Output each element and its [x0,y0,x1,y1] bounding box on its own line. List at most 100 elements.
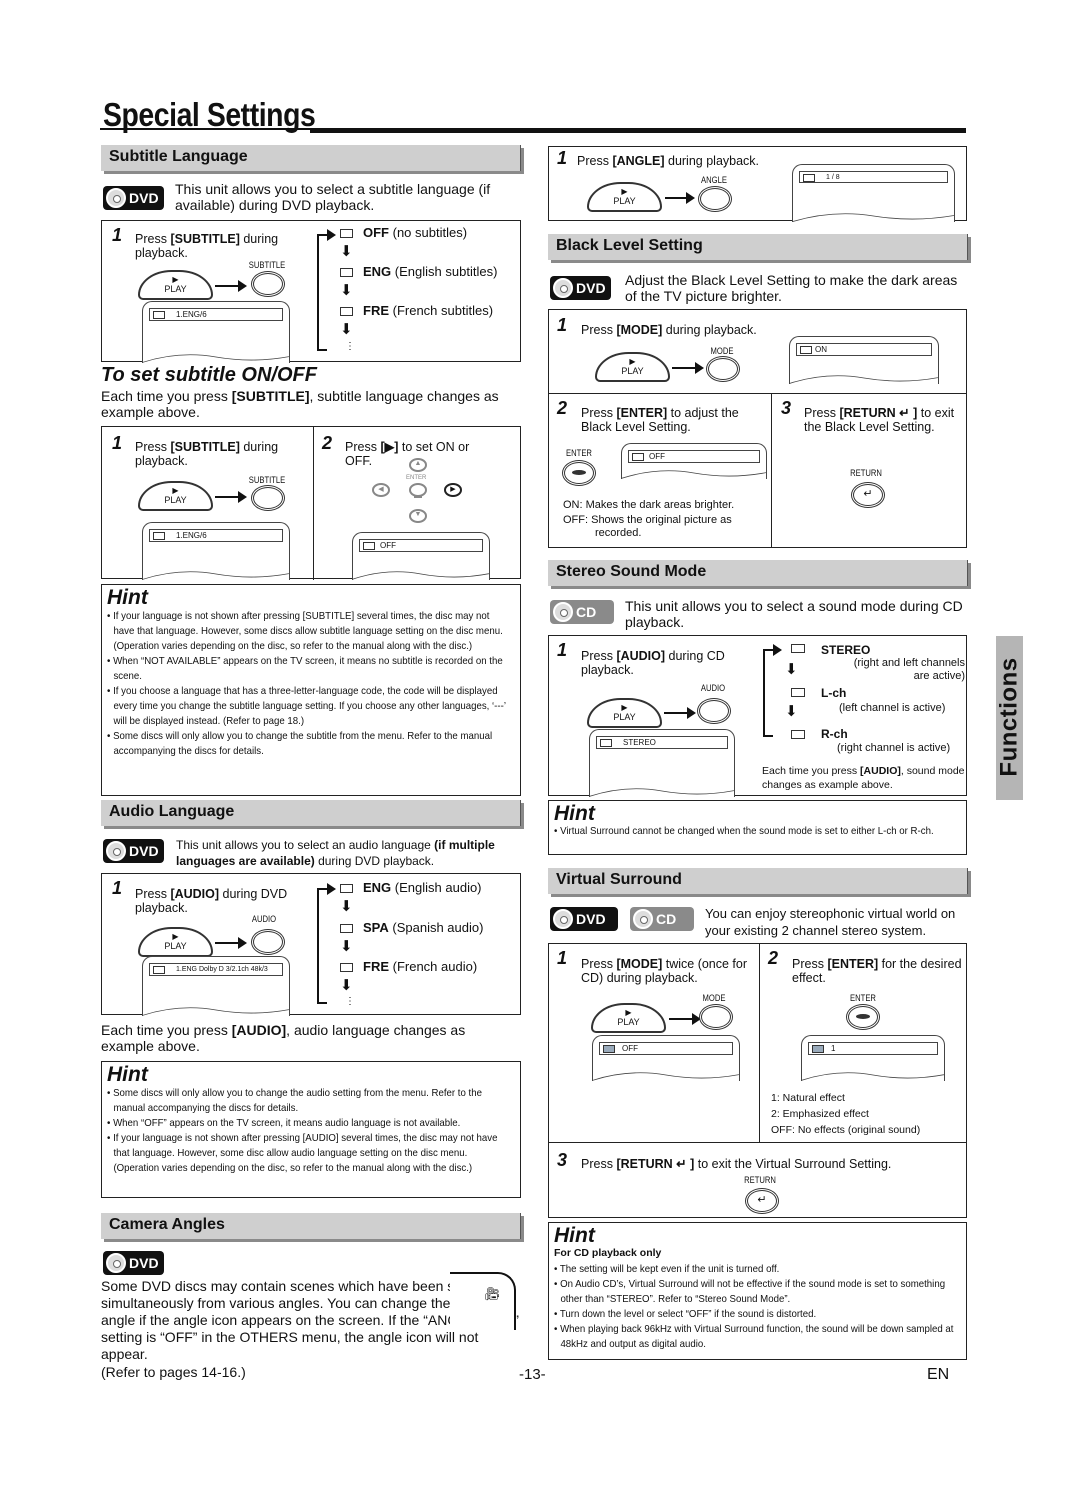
step-number: 1 [112,225,123,245]
button-label: ENTER [850,993,876,1003]
virtual-surround-box: 1 Press [MODE] twice (once for CD) durin… [548,943,967,1218]
return-button[interactable]: ↵ [745,1188,779,1214]
play-button[interactable]: ▶ PLAY [138,927,213,957]
play-button[interactable]: ▶ PLAY [591,1003,666,1033]
effect-off: OFF: No effects (original sound) [771,1124,921,1136]
enter-button[interactable] [562,460,596,486]
step-text: Press [SUBTITLE] during playback. [135,232,279,260]
enter-button[interactable] [409,483,427,498]
subtitle-onoff-box: 1 Press [SUBTITLE] during playback. ▶ PLA… [101,426,521,580]
tv-screen-edge [622,461,766,479]
option-lch-desc: (left channel is active) [839,702,946,714]
language-code: EN [927,1366,950,1383]
audio-intro: This unit allows you to select an audio … [176,838,495,868]
arrow-right-icon [773,644,782,656]
play-button[interactable]: ▶ PLAY [587,182,662,212]
hint-item: When “OFF” appears on the TV screen, it … [107,1116,512,1131]
play-button[interactable]: ▶ PLAY [138,270,213,300]
tv-osd-bar: OFF [359,539,483,552]
step-number: 1 [112,433,123,453]
option-off: OFF (no subtitles) [340,225,467,240]
hint-box-subtitle: Hint If your language is not shown after… [101,584,521,796]
subtitle-icon [340,229,353,239]
tv-screen-edge [790,366,938,384]
page-number: -13- [519,1366,546,1383]
divider [549,1142,966,1143]
arrow-icon [672,362,704,374]
step-text: Press [RETURN ↵ ] to exit the Black Leve… [804,406,955,434]
play-button[interactable]: ▶ PLAY [587,698,662,728]
section-title: Stereo Sound Mode [556,563,707,580]
hint-item: If your language is not shown after pres… [107,609,512,654]
disc-icon [553,602,573,622]
play-button[interactable]: ▶ PLAY [138,481,213,511]
arrow-right-icon [327,229,336,241]
option-rch: R-ch [821,727,848,741]
section-title: Camera Angles [109,1216,225,1233]
enter-button[interactable] [846,1004,880,1030]
tv-screen: STEREO [589,729,735,797]
effect-natural: 1: Natural effect [771,1092,845,1104]
tv-osd-bar: 1.ENG/6 [149,529,283,542]
step-text: Press [ENTER] for the desired effect. [792,957,962,985]
black-level-icon [800,346,812,354]
section-header-camera-angles: Camera Angles [101,1213,521,1239]
play-icon: ▶ [625,1008,632,1017]
tv-screen: 1.ENG/6 [142,522,290,580]
hint-title: Hint [107,586,148,609]
step-number: 1 [557,315,568,335]
hint-title: Hint [554,1224,595,1247]
step-number: 3 [557,1150,568,1170]
subtitle-button[interactable] [251,485,285,511]
angle-icon-screen: 🎥︎ [450,1272,516,1330]
tv-screen-edge [590,779,734,797]
mode-button[interactable] [699,1004,733,1030]
right-button[interactable]: ▶ [444,483,462,497]
arrow-right-icon [327,883,336,895]
button-label: RETURN [850,468,882,478]
hint-title: Hint [107,1063,148,1086]
audio-icon [791,644,805,653]
step-number: 2 [768,948,779,968]
left-button[interactable]: ◀ [372,483,390,497]
step-text: Press [AUDIO] during CD playback. [581,649,725,677]
button-label: RETURN [744,1175,776,1185]
hint-item: Turn down the level or select “OFF” if t… [554,1307,959,1322]
return-icon: ↵ [863,488,873,500]
down-arrow-icon: ⬇ [340,898,353,915]
step-text: Press [MODE] during playback. [581,323,757,337]
tv-screen-edge [593,1063,739,1081]
audio-icon [340,884,353,894]
tv-screen: OFF [352,532,490,580]
tv-osd-bar: 1 / 8 [799,171,948,183]
functions-side-tab: Functions [996,636,1023,800]
hint-item: If your language is not shown after pres… [107,1131,512,1176]
tv-osd-bar: 1 [808,1042,938,1055]
audio-icon [791,688,805,697]
tv-screen: ON [789,336,939,384]
audio-button[interactable] [251,929,285,955]
section-header-audio-language: Audio Language [101,800,521,826]
divider [549,393,966,394]
camera-icon: 🎥︎ [484,1286,501,1301]
up-button[interactable]: ▲ [409,458,427,472]
disc-icon [106,188,126,208]
audio-icon [340,924,353,934]
down-button[interactable]: ▼ [409,509,427,523]
audio-button[interactable] [697,698,731,724]
subtitle-button[interactable] [251,271,285,297]
mode-button[interactable] [706,356,740,382]
angle-button[interactable] [698,186,732,212]
surround-icon [812,1045,824,1053]
return-button[interactable]: ↵ [851,482,885,508]
enter-label: ENTER [406,475,427,481]
subtitle-icon [153,532,165,540]
play-button[interactable]: ▶ PLAY [595,352,670,382]
hint-box-virtual-surround: Hint For CD playback only The setting wi… [548,1222,967,1360]
disc-icon [106,841,126,861]
section-header-virtual-surround: Virtual Surround [548,868,968,894]
down-arrow-icon: ⬇ [340,282,353,299]
step-text: Press [SUBTITLE] during playback. [135,440,279,468]
dvd-badge: DVD [550,907,618,931]
arrow-icon [215,280,247,292]
